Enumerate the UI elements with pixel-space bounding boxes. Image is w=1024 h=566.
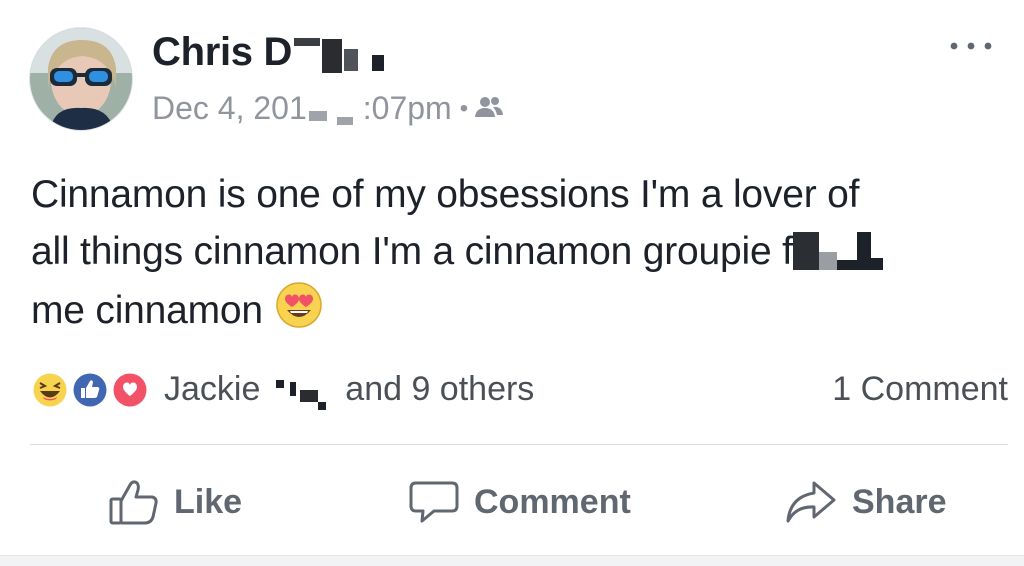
post-text-line: me cinnamon bbox=[31, 280, 996, 346]
redaction-mark bbox=[308, 111, 327, 121]
reaction-icons[interactable] bbox=[30, 370, 160, 410]
reactor-first-name: Jackie bbox=[164, 370, 261, 408]
love-reaction-icon bbox=[111, 371, 149, 409]
timestamp-link[interactable]: Dec 4, 201 :07pm bbox=[152, 90, 452, 127]
haha-reaction-icon bbox=[31, 371, 69, 409]
author-avatar[interactable] bbox=[30, 28, 132, 130]
post-body: Cinnamon is one of my obsessions I'm a l… bbox=[31, 166, 996, 346]
share-button[interactable]: Share bbox=[784, 470, 947, 534]
friends-icon[interactable] bbox=[474, 90, 504, 127]
reactions-summary: Jackie and 9 others 1 Comment bbox=[30, 365, 1008, 415]
redaction-mark bbox=[870, 258, 883, 270]
comment-count[interactable]: 1 Comment bbox=[832, 370, 1008, 409]
post-meta: Dec 4, 201 :07pm • bbox=[152, 90, 504, 127]
post-text-line: Cinnamon is one of my obsessions I'm a l… bbox=[31, 173, 860, 216]
timestamp-prefix: Dec 4, 201 bbox=[152, 90, 307, 126]
redaction-mark bbox=[818, 252, 837, 270]
redaction-mark bbox=[317, 402, 326, 410]
comment-button[interactable]: Comment bbox=[408, 470, 631, 534]
facebook-post: Chris D Dec 4, 201 :07pm • Cinnamon is on… bbox=[0, 0, 1024, 566]
share-arrow-icon bbox=[786, 481, 836, 523]
post-text-fragment: me cinnamon bbox=[31, 289, 263, 332]
comment-label: Comment bbox=[474, 482, 631, 521]
redaction-mark bbox=[856, 232, 871, 270]
redaction-mark bbox=[289, 382, 296, 396]
like-reaction-icon bbox=[71, 371, 109, 409]
reactor-names[interactable]: Jackie and 9 others bbox=[164, 370, 534, 410]
like-label: Like bbox=[174, 482, 243, 521]
comment-bubble-icon bbox=[409, 481, 459, 523]
redaction-mark bbox=[336, 117, 353, 125]
redaction-mark bbox=[299, 390, 318, 402]
author-name[interactable]: Chris D bbox=[152, 30, 385, 75]
redaction-mark bbox=[372, 55, 385, 72]
avatar-photo bbox=[30, 28, 132, 130]
redaction-mark bbox=[294, 38, 321, 47]
feed-separator bbox=[0, 555, 1024, 566]
share-label: Share bbox=[852, 482, 947, 521]
reactor-rest: and 9 others bbox=[345, 370, 535, 408]
like-button[interactable]: Like bbox=[108, 470, 242, 534]
redaction-mark bbox=[344, 49, 359, 72]
meta-separator: • bbox=[459, 94, 469, 122]
redaction-mark bbox=[836, 260, 857, 270]
action-divider bbox=[30, 444, 1008, 445]
redaction-mark bbox=[275, 380, 284, 388]
redaction-mark bbox=[792, 232, 819, 270]
redaction-mark bbox=[322, 39, 343, 74]
post-text-line: all things cinnamon I'm a cinnamon group… bbox=[31, 223, 996, 280]
more-options-icon[interactable] bbox=[948, 34, 994, 58]
post-text-fragment: all things cinnamon I'm a cinnamon group… bbox=[31, 230, 793, 273]
author-name-text: Chris D bbox=[152, 30, 293, 74]
timestamp-suffix: :07pm bbox=[362, 90, 452, 126]
heart-eyes-emoji-icon bbox=[274, 280, 324, 346]
thumbs-up-icon bbox=[109, 480, 158, 525]
